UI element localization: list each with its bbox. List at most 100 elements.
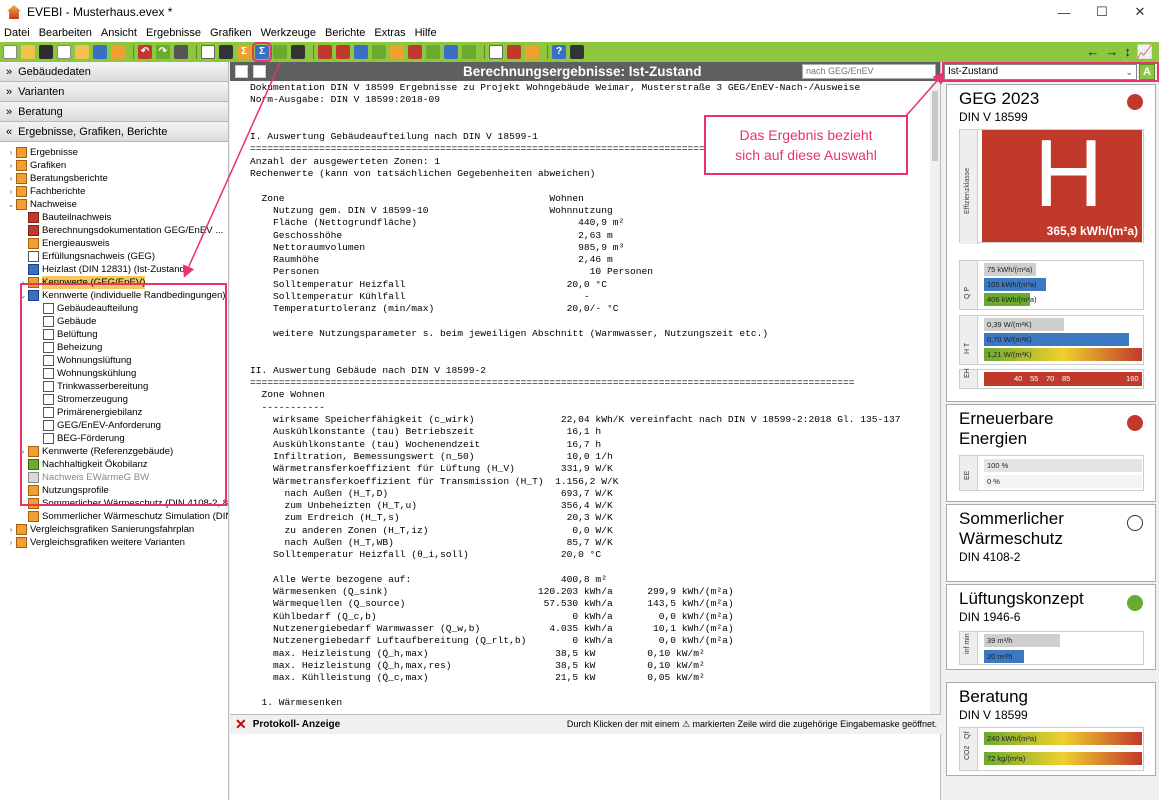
- minimize-button[interactable]: —: [1045, 0, 1083, 24]
- print-icon[interactable]: [253, 65, 266, 78]
- back-arrow-icon[interactable]: ←: [1086, 44, 1099, 60]
- electricity-icon[interactable]: [408, 45, 422, 59]
- sum-icon[interactable]: Σ: [237, 45, 251, 59]
- tree-item[interactable]: GEG/EnEV-Anforderung: [0, 419, 228, 432]
- document-icon: [43, 316, 54, 327]
- renewables-panel[interactable]: Erneuerbare Energien EE 100 % 0 %: [946, 404, 1156, 502]
- tree-item[interactable]: Erfüllungsnachweis (GEG): [0, 250, 228, 263]
- help-icon[interactable]: ?: [552, 45, 566, 59]
- ventilation-panel[interactable]: Lüftungskonzept DIN 1946-6 inf min 39 m³…: [946, 584, 1156, 670]
- sustainability-icon: [28, 459, 39, 470]
- section-varianten[interactable]: » Varianten: [0, 82, 228, 102]
- new-file-icon[interactable]: [3, 45, 17, 59]
- save-icon[interactable]: [235, 65, 248, 78]
- graph-icon[interactable]: 📈: [1137, 44, 1153, 60]
- sun-icon[interactable]: [390, 45, 404, 59]
- heating-icon[interactable]: [354, 45, 368, 59]
- tree-label: Sommerlicher Wärmeschutz (DIN 4108-2, 8: [42, 498, 229, 509]
- menu-grafiken[interactable]: Grafiken: [210, 27, 252, 39]
- section-gebaeudedaten[interactable]: » Gebäudedaten: [0, 62, 228, 82]
- tree-item[interactable]: › Ergebnisse: [0, 146, 228, 159]
- wall-icon[interactable]: [318, 45, 332, 59]
- tree-item[interactable]: Nachweis EWärmeG BW: [0, 471, 228, 484]
- ventilation-icon[interactable]: [372, 45, 386, 59]
- consulting-panel[interactable]: Beratung DIN V 18599 Qf CO2 240 kWh/(m²a)…: [946, 682, 1156, 776]
- tree-item[interactable]: › Beratungsberichte: [0, 172, 228, 185]
- calculation-results-icon[interactable]: Σ: [252, 42, 272, 62]
- toolbar: ↶ ↷ Σ Σ ? ← → ↕ 📈: [0, 42, 1159, 62]
- close-button[interactable]: ✕: [1121, 0, 1159, 24]
- tree-item[interactable]: Beheizung: [0, 341, 228, 354]
- building-icon[interactable]: [462, 45, 476, 59]
- close-protocol-icon[interactable]: ✕: [235, 716, 247, 733]
- tree-item[interactable]: › Fachberichte: [0, 185, 228, 198]
- tree-item[interactable]: › Vergleichsgrafiken Sanierungsfahrplan: [0, 523, 228, 536]
- vertical-scrollbar[interactable]: [930, 81, 940, 714]
- open-folder-icon[interactable]: [21, 45, 35, 59]
- menu-werkzeuge[interactable]: Werkzeuge: [261, 27, 316, 39]
- maximize-view-icon[interactable]: ↕: [1124, 44, 1131, 60]
- forward-arrow-icon[interactable]: →: [1105, 44, 1118, 60]
- chart-icon[interactable]: [291, 45, 305, 59]
- sun-icon: [28, 511, 39, 522]
- tree-item[interactable]: › Grafiken: [0, 159, 228, 172]
- menu-datei[interactable]: Datei: [4, 27, 30, 39]
- tree-item[interactable]: ⌄ Nachweise: [0, 198, 228, 211]
- tree-item[interactable]: BEG-Förderung: [0, 432, 228, 445]
- menu-berichte[interactable]: Berichte: [325, 27, 365, 39]
- calculator-icon[interactable]: [570, 45, 584, 59]
- tree-item[interactable]: Nachhaltigkeit Ökobilanz: [0, 458, 228, 471]
- tree-item[interactable]: Sommerlicher Wärmeschutz (DIN 4108-2, 8: [0, 497, 228, 510]
- tree-item[interactable]: Wohnungskühlung: [0, 367, 228, 380]
- redo-icon[interactable]: ↷: [156, 45, 170, 59]
- tree-item[interactable]: Nutzungsprofile: [0, 484, 228, 497]
- qf-bar: 240 kWh/(m²a): [984, 732, 1142, 745]
- section-beratung[interactable]: » Beratung: [0, 102, 228, 122]
- qp-bar-3: 406 kWh/(m²a): [984, 293, 1037, 306]
- maximize-button[interactable]: ☐: [1083, 0, 1121, 24]
- tool-icon[interactable]: [111, 45, 125, 59]
- tree-item[interactable]: Belüftung: [0, 328, 228, 341]
- energy-pass-icon[interactable]: [525, 45, 539, 59]
- tree-item[interactable]: › Vergleichsgrafiken weitere Varianten: [0, 536, 228, 549]
- house-icon[interactable]: [426, 45, 440, 59]
- tree-item[interactable]: Berechnungsdokumentation GEG/EnEV ...: [0, 224, 228, 237]
- structure-icon[interactable]: [219, 45, 233, 59]
- menu-ansicht[interactable]: Ansicht: [101, 27, 137, 39]
- tree-item[interactable]: Sommerlicher Wärmeschutz Simulation (DIN: [0, 510, 228, 523]
- document-icon[interactable]: [489, 45, 503, 59]
- tree-item[interactable]: Heizlast (DIN 12831) (Ist-Zustand): [0, 263, 228, 276]
- pdf-icon[interactable]: [507, 45, 521, 59]
- tree-item[interactable]: Bauteilnachweis: [0, 211, 228, 224]
- tree-item[interactable]: Wohnungslüftung: [0, 354, 228, 367]
- compare-icon[interactable]: [273, 45, 287, 59]
- tree-item[interactable]: Stromerzeugung: [0, 393, 228, 406]
- tree-item[interactable]: ⌄ Kennwerte (individuelle Randbedingungen…: [0, 289, 228, 302]
- summer-protection-panel[interactable]: Sommerlicher Wärmeschutz DIN 4108-2: [946, 504, 1156, 582]
- norm-filter-select[interactable]: nach GEG/EnEV: [802, 64, 936, 79]
- tree-item[interactable]: Gebäude: [0, 315, 228, 328]
- import-icon[interactable]: [75, 45, 89, 59]
- water-icon[interactable]: [444, 45, 458, 59]
- tree-label: Nachweis EWärmeG BW: [42, 472, 150, 483]
- undo-icon[interactable]: ↶: [138, 45, 152, 59]
- menu-bearbeiten[interactable]: Bearbeiten: [39, 27, 92, 39]
- tree-item[interactable]: › Kennwerte (Referenzgebäude): [0, 445, 228, 458]
- report-icon[interactable]: [201, 45, 215, 59]
- report-body: Dokumentation DIN V 18599 Ergebnisse zu …: [250, 82, 901, 708]
- section-ergebnisse[interactable]: «Ergebnisse, Grafiken, Berichte: [0, 122, 228, 142]
- copy-icon[interactable]: [57, 45, 71, 59]
- menu-hilfe[interactable]: Hilfe: [415, 27, 437, 39]
- tree-item[interactable]: Primärenergiebilanz: [0, 406, 228, 419]
- tree-item[interactable]: Energieausweis: [0, 237, 228, 250]
- save-icon[interactable]: [39, 45, 53, 59]
- export-icon[interactable]: [93, 45, 107, 59]
- tree-item[interactable]: Gebäudeaufteilung: [0, 302, 228, 315]
- window-element-icon[interactable]: [336, 45, 350, 59]
- wand-icon[interactable]: [174, 45, 188, 59]
- menu-extras[interactable]: Extras: [374, 27, 405, 39]
- menu-ergebnisse[interactable]: Ergebnisse: [146, 27, 201, 39]
- geg-panel[interactable]: GEG 2023 DIN V 18599 Effizienzklasse H 3…: [946, 84, 1156, 402]
- tree-item[interactable]: Trinkwasserbereitung: [0, 380, 228, 393]
- tree-item[interactable]: › Kennwerte (GEG/EnEV): [0, 276, 228, 289]
